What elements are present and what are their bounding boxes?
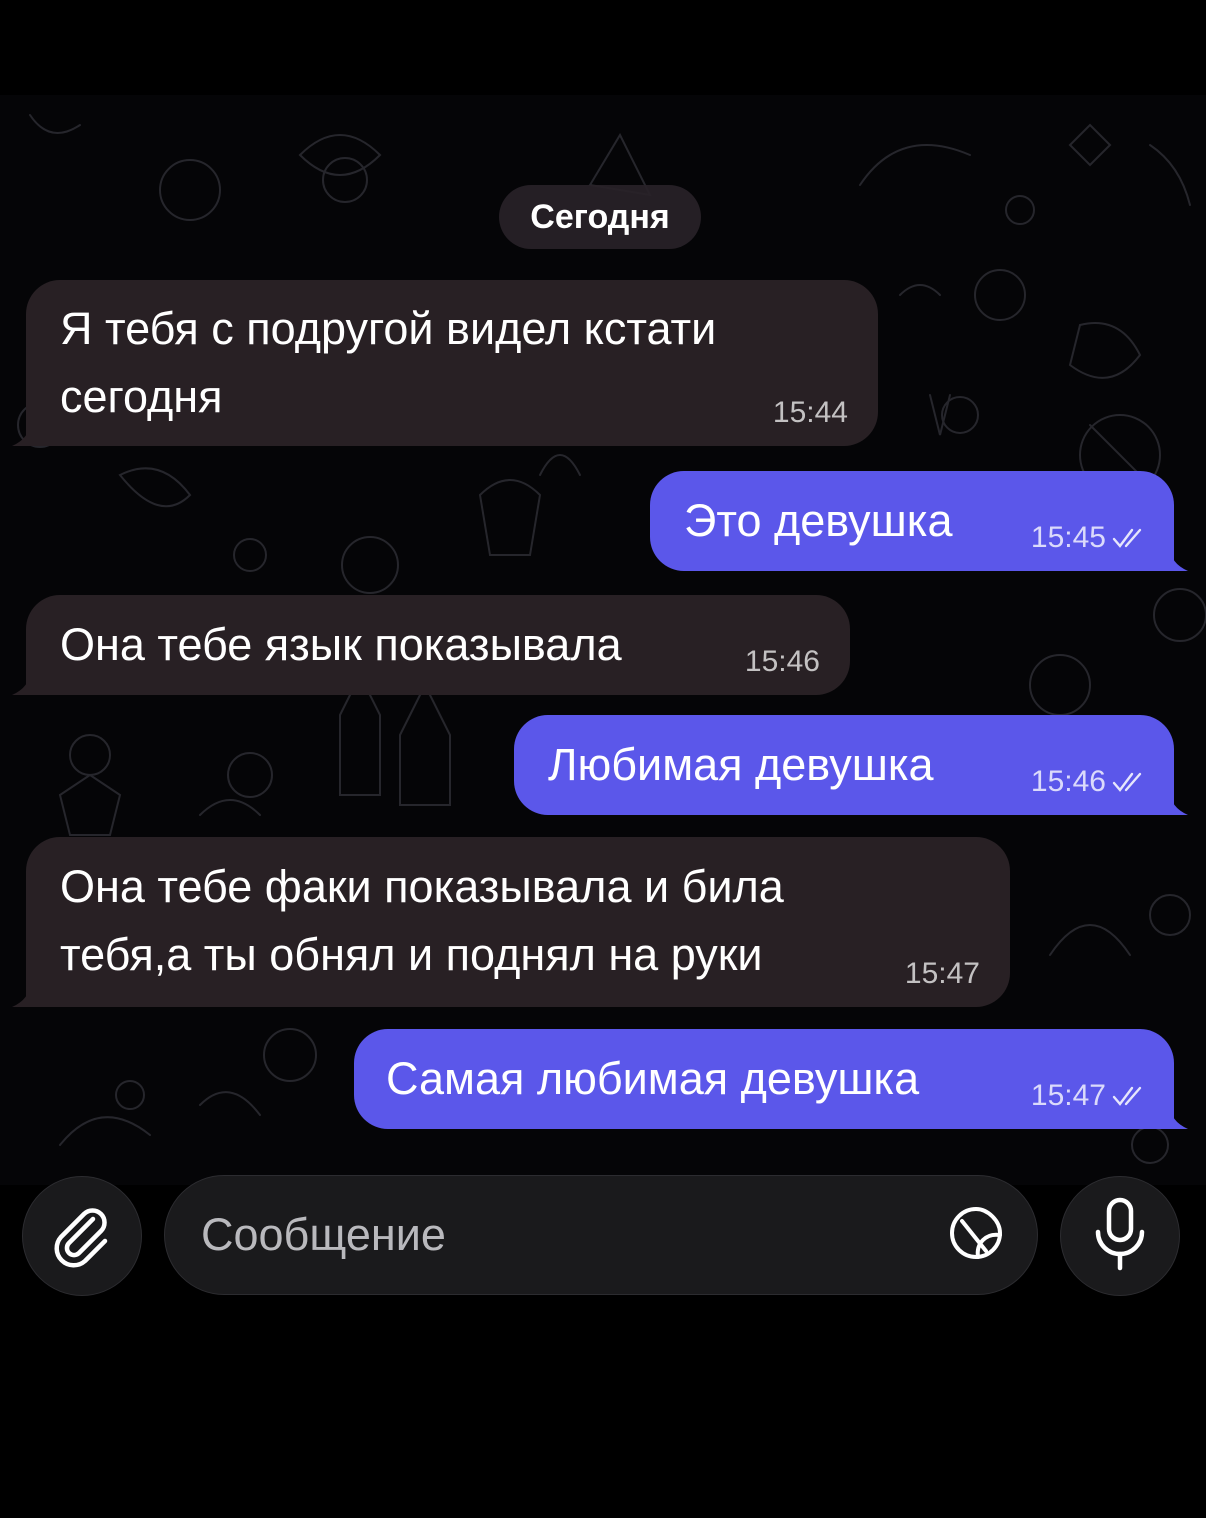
message-text: Она тебе факи показывала и била — [60, 861, 784, 912]
message-text: Я тебя с подругой видел кстати — [60, 303, 717, 354]
message-time: 15:44 — [772, 396, 848, 429]
message-time: 15:46 — [1030, 765, 1106, 798]
chat-area[interactable]: Сегодня Я тебя с подругой видел кстати с… — [0, 95, 1206, 1185]
paperclip-icon — [47, 1199, 117, 1274]
attach-button[interactable] — [22, 1176, 142, 1296]
message-outgoing[interactable]: Это девушка 15:45 — [650, 471, 1174, 571]
bubble-tail — [1162, 547, 1188, 571]
message-incoming[interactable]: Она тебе язык показывала 15:46 — [26, 595, 850, 695]
message-time: 15:46 — [744, 645, 820, 678]
message-outgoing[interactable]: Любимая девушка 15:46 — [514, 715, 1174, 815]
message-composer — [0, 1170, 1206, 1310]
message-time: 15:45 — [1030, 521, 1106, 554]
bubble-tail — [12, 422, 38, 446]
double-check-icon — [1112, 527, 1144, 549]
sticker-icon — [946, 1203, 1006, 1268]
date-separator: Сегодня — [499, 185, 701, 249]
microphone-icon — [1088, 1196, 1152, 1277]
bubble-tail — [1162, 791, 1188, 815]
message-input[interactable] — [201, 1176, 921, 1294]
message-text: Она тебе язык показывала — [60, 619, 622, 670]
bubble-tail — [1162, 1105, 1188, 1129]
sticker-button[interactable] — [945, 1204, 1007, 1266]
message-field[interactable] — [164, 1175, 1038, 1295]
double-check-icon — [1112, 771, 1144, 793]
voice-message-button[interactable] — [1060, 1176, 1180, 1296]
message-text: сегодня — [60, 371, 223, 422]
message-text: тебя,а ты обнял и поднял на руки — [60, 929, 763, 980]
bubble-tail — [12, 983, 38, 1007]
message-outgoing[interactable]: Самая любимая девушка 15:47 — [354, 1029, 1174, 1129]
message-incoming[interactable]: Я тебя с подругой видел кстати сегодня 1… — [26, 280, 878, 446]
message-incoming[interactable]: Она тебе факи показывала и била тебя,а т… — [26, 837, 1010, 1007]
message-time: 15:47 — [904, 957, 980, 990]
double-check-icon — [1112, 1085, 1144, 1107]
message-time: 15:47 — [1030, 1079, 1106, 1112]
bubble-tail — [12, 671, 38, 695]
